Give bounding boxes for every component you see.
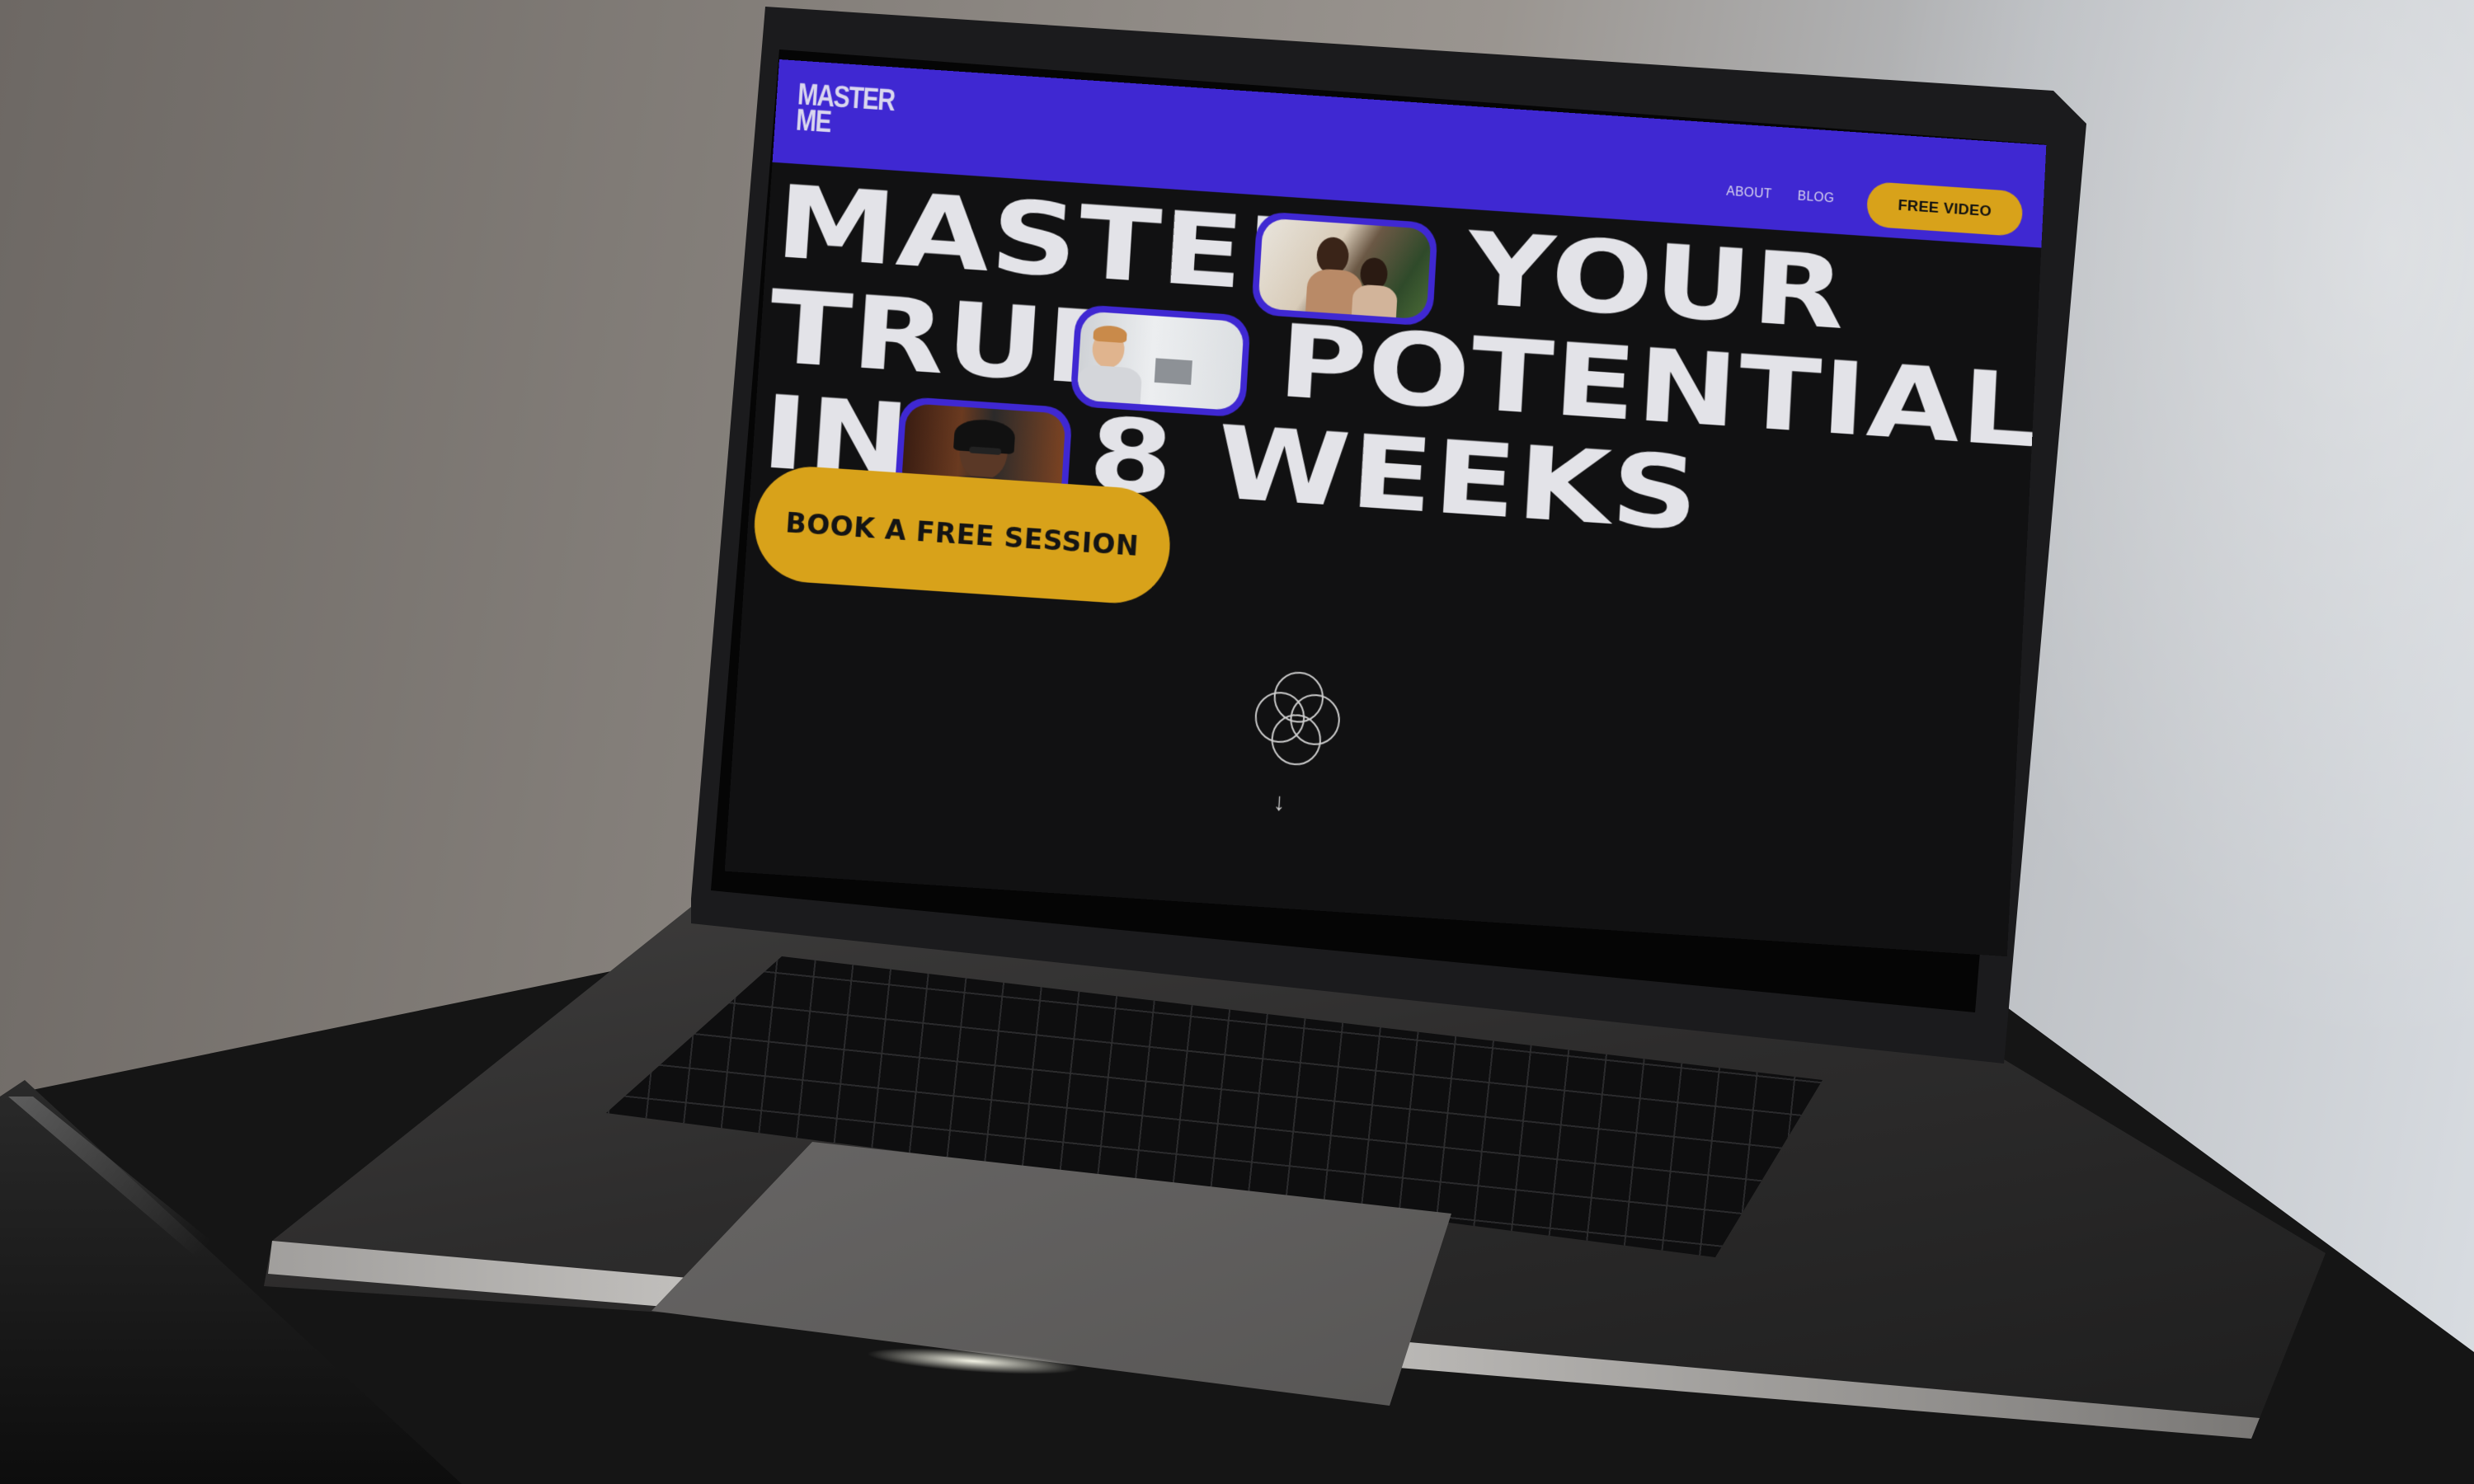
- nav-blog-link[interactable]: BLOG: [1797, 190, 1834, 207]
- free-video-button[interactable]: FREE VIDEO: [1865, 181, 2024, 237]
- website-screen: MASTER ME ABOUT BLOG FREE VIDEO MASTER Y…: [724, 59, 2047, 957]
- site-logo[interactable]: MASTER ME: [795, 77, 896, 139]
- flower-of-life-icon: [1246, 660, 1349, 781]
- nav-about-link[interactable]: ABOUT: [1726, 185, 1772, 202]
- arrow-down-icon[interactable]: ↓: [1272, 788, 1286, 817]
